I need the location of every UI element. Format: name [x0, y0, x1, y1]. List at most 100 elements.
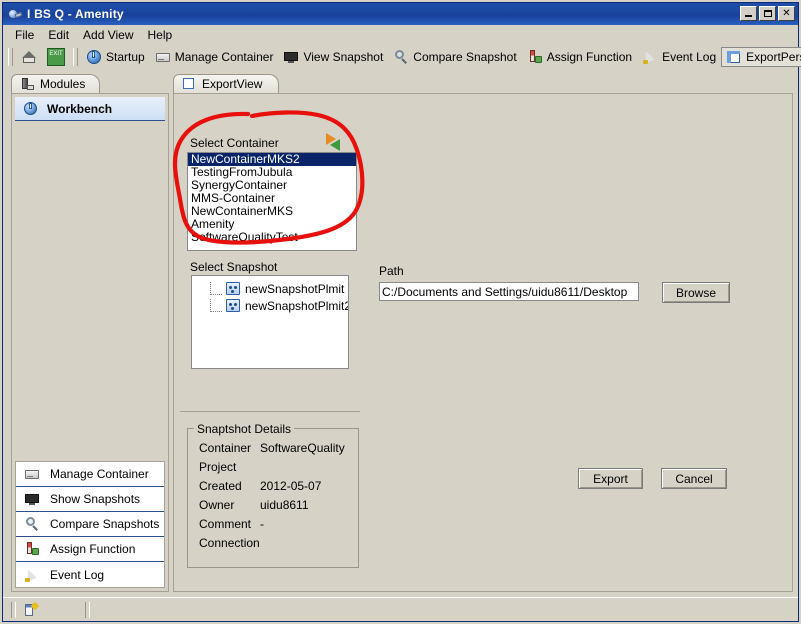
- status-grip-left: [11, 602, 16, 618]
- perspective-icon: [726, 49, 742, 65]
- select-snapshot-label: Select Snapshot: [190, 260, 278, 274]
- export-view-form: Select Container NewContainerMKS2 Testin…: [173, 93, 793, 592]
- monitor-icon: [283, 49, 299, 65]
- workbench-icon: [23, 101, 39, 117]
- action-manage-container-label: Manage Container: [50, 467, 149, 481]
- select-container-label: Select Container: [190, 136, 279, 150]
- modules-tabstrip: Modules: [11, 73, 169, 93]
- magnify-icon: [24, 516, 40, 532]
- detail-label-container: Container: [199, 441, 252, 455]
- export-view-icon: [181, 76, 197, 92]
- toolbar-startup-button[interactable]: Startup: [81, 47, 150, 67]
- menu-help[interactable]: Help: [142, 27, 181, 43]
- select-container-listbox[interactable]: NewContainerMKS2 TestingFromJubula Syner…: [187, 152, 357, 251]
- detail-value-container: SoftwareQuality: [260, 441, 345, 455]
- tree-connector: [210, 282, 222, 295]
- tree-item[interactable]: newSnapshotPlmit2: [192, 297, 348, 314]
- editor-area: ExportView Select Container NewContainer…: [173, 73, 793, 592]
- action-manage-container[interactable]: Manage Container: [16, 462, 164, 487]
- toolbar-export-perspective-label: ExportPerspective: [746, 49, 801, 64]
- status-bar: [3, 597, 798, 621]
- toolbar-assign-function-button[interactable]: Assign Function: [522, 47, 637, 67]
- close-button[interactable]: ✕: [778, 6, 795, 21]
- menu-add-view[interactable]: Add View: [77, 27, 141, 43]
- tree-item-label: newSnapshotPlmit: [245, 281, 345, 296]
- assign-function-icon: [24, 541, 40, 557]
- menu-edit[interactable]: Edit: [42, 27, 77, 43]
- tab-export-view-label: ExportView: [202, 77, 263, 91]
- application-icon: [7, 6, 23, 22]
- tree-connector: [210, 299, 222, 312]
- menu-bar: File Edit Add View Help: [3, 25, 798, 44]
- tab-export-view[interactable]: ExportView: [173, 74, 280, 93]
- detail-value-owner: uidu8611: [260, 498, 309, 512]
- magnify-icon: [393, 49, 409, 65]
- toolbar-grip[interactable]: [8, 47, 13, 66]
- detail-label-connection: Connection: [199, 536, 260, 550]
- toolbar-manage-container-button[interactable]: Manage Container: [150, 47, 279, 67]
- tree-item[interactable]: newSnapshotPlmit: [192, 280, 348, 297]
- toolbar-manage-container-label: Manage Container: [174, 49, 274, 64]
- snapshot-icon: [226, 282, 240, 295]
- action-compare-snapshots[interactable]: Compare Snapshots: [16, 512, 164, 537]
- toolbar-exit-button[interactable]: [42, 46, 70, 68]
- maximize-button[interactable]: [759, 6, 776, 21]
- tree-item-label: newSnapshotPlmit2: [245, 298, 349, 313]
- modules-panel: Modules Workbench Manage Container Show …: [11, 73, 169, 592]
- module-item-workbench[interactable]: Workbench: [15, 97, 165, 121]
- container-icon: [24, 466, 40, 482]
- browse-button[interactable]: Browse: [662, 282, 730, 303]
- path-input[interactable]: [379, 282, 639, 301]
- action-compare-snapshots-label: Compare Snapshots: [50, 517, 160, 531]
- event-log-icon: [642, 49, 658, 65]
- export-button[interactable]: Export: [578, 468, 643, 489]
- perspective-status-icon[interactable]: [23, 602, 39, 618]
- detail-value-created: 2012-05-07: [260, 479, 322, 493]
- exit-icon: [47, 47, 65, 66]
- action-event-log-label: Event Log: [50, 567, 105, 582]
- toolbar-view-snapshot-button[interactable]: View Snapshot: [278, 47, 388, 67]
- action-event-log[interactable]: Event Log: [16, 562, 164, 587]
- toolbar-compare-snapshot-button[interactable]: Compare Snapshot: [388, 47, 521, 67]
- event-log-icon: [24, 567, 40, 583]
- menu-file[interactable]: File: [9, 27, 42, 43]
- action-show-snapshots[interactable]: Show Snapshots: [16, 487, 164, 512]
- toolbar-event-log-label: Event Log: [662, 49, 717, 64]
- close-icon: ✕: [782, 7, 791, 19]
- action-assign-function-label: Assign Function: [50, 542, 136, 556]
- detail-label-project: Project: [199, 460, 237, 474]
- toolbar-home-button[interactable]: [16, 47, 42, 67]
- toolbar-assign-function-label: Assign Function: [546, 49, 633, 64]
- list-item[interactable]: SoftwareQualityTest: [188, 231, 356, 244]
- module-item-workbench-label: Workbench: [47, 101, 113, 116]
- window-title: I BS Q - Amenity: [27, 7, 124, 21]
- assign-function-icon: [527, 49, 543, 65]
- select-snapshot-tree[interactable]: newSnapshotPlmit newSnapshotPlmit2: [191, 275, 349, 369]
- title-bar: I BS Q - Amenity ✕: [3, 3, 798, 25]
- action-show-snapshots-label: Show Snapshots: [50, 492, 141, 506]
- modules-icon: [19, 76, 35, 92]
- section-separator: [180, 411, 360, 412]
- modules-panel-body: Workbench Manage Container Show Snapshot…: [11, 93, 169, 592]
- module-action-list: Manage Container Show Snapshots Compare …: [15, 461, 165, 588]
- startup-icon: [86, 49, 102, 65]
- toolbar-view-snapshot-label: View Snapshot: [303, 49, 384, 64]
- toolbar-export-perspective-button[interactable]: ExportPerspective: [721, 46, 801, 67]
- minimize-button[interactable]: [740, 6, 757, 21]
- refresh-icon[interactable]: [326, 132, 345, 151]
- snapshot-details-title: Snaptshot Details: [194, 422, 295, 436]
- tab-modules[interactable]: Modules: [11, 74, 101, 93]
- editor-tabstrip: ExportView: [173, 73, 793, 93]
- cancel-button[interactable]: Cancel: [661, 468, 727, 489]
- snapshot-icon: [226, 299, 240, 312]
- detail-value-comment: -: [260, 517, 264, 531]
- toolbar-startup-label: Startup: [106, 49, 145, 64]
- status-grip-right: [85, 602, 90, 618]
- monitor-icon: [24, 491, 40, 507]
- window-frame: I BS Q - Amenity ✕ File Edit Add View He…: [2, 2, 801, 622]
- toolbar-event-log-button[interactable]: Event Log: [637, 47, 721, 67]
- toolbar-grip-2[interactable]: [73, 47, 78, 66]
- toolbar-compare-snapshot-label: Compare Snapshot: [413, 49, 517, 64]
- application-window: I BS Q - Amenity ✕ File Edit Add View He…: [0, 0, 801, 624]
- action-assign-function[interactable]: Assign Function: [16, 537, 164, 562]
